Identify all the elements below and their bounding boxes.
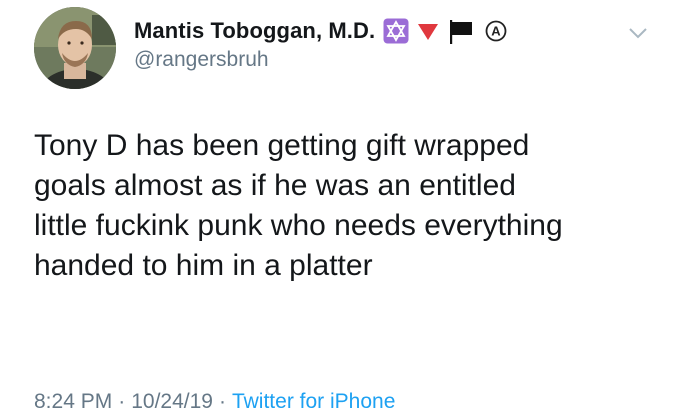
display-name[interactable]: Mantis Toboggan, M.D. [134, 18, 375, 44]
tweet-meta: 8:24 PM · 10/24/19 · Twitter for iPhone [34, 390, 395, 414]
svg-text:A: A [492, 24, 502, 39]
chevron-down-icon[interactable] [628, 26, 648, 40]
red-triangle-down-icon [417, 21, 439, 41]
tweet-source-link[interactable]: Twitter for iPhone [232, 390, 395, 413]
tweet-time[interactable]: 8:24 PM [34, 390, 112, 413]
author-name-row[interactable]: Mantis Toboggan, M.D. A [134, 14, 507, 48]
star-of-david-icon [383, 18, 409, 44]
avatar[interactable] [34, 7, 116, 89]
meta-separator: · [118, 390, 126, 413]
author-handle[interactable]: @rangersbruh [134, 48, 269, 72]
tweet-date[interactable]: 10/24/19 [131, 390, 213, 413]
tweet-text: Tony D has been getting gift wrapped goa… [34, 129, 563, 282]
black-flag-icon [447, 17, 475, 45]
meta-separator: · [218, 390, 226, 413]
tweet-card: Mantis Toboggan, M.D. A @rangersbruh Ton… [0, 0, 680, 416]
circled-a-icon: A [485, 20, 507, 42]
